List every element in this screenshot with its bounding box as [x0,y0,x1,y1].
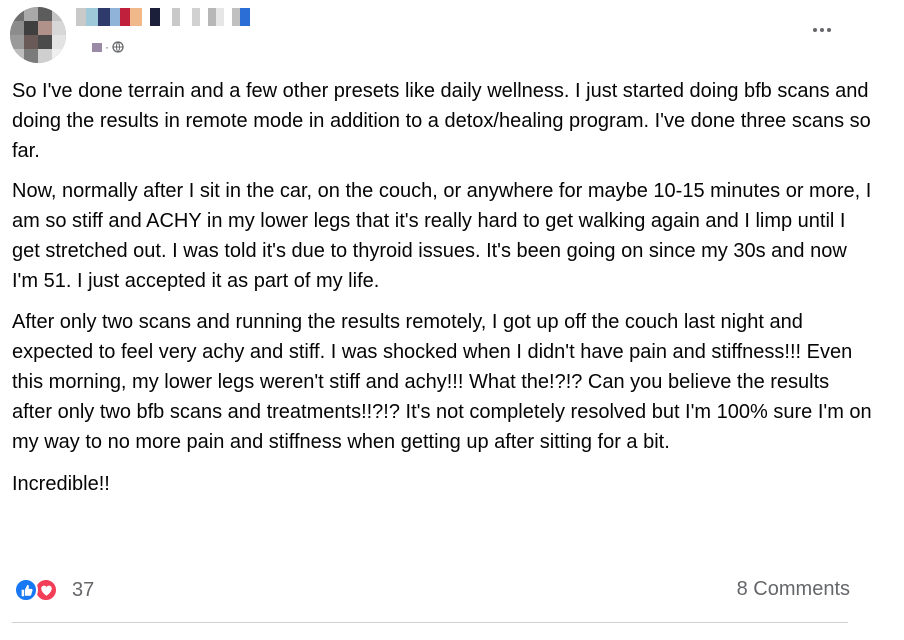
comments-link[interactable]: 8 Comments [737,578,850,601]
reactions-summary[interactable]: 37 [14,578,94,602]
author-name[interactable] [76,8,250,26]
post-meta: · [92,40,124,54]
thumbs-up-icon [14,578,38,602]
post-paragraph: Incredible!! [12,473,110,495]
reaction-count[interactable]: 37 [72,579,94,602]
globe-icon [112,41,124,53]
post-paragraph: So I've done terrain and a few other pre… [12,80,871,162]
post-header: · [0,0,904,72]
post-paragraph: Now, normally after I sit in the car, on… [12,180,872,292]
timestamp-redacted[interactable] [92,42,102,52]
meta-separator: · [105,40,109,54]
divider [12,622,848,623]
post-text: So I've done terrain and a few other pre… [12,76,872,509]
more-options-icon[interactable] [806,18,838,42]
avatar[interactable] [10,7,66,63]
post-paragraph: After only two scans and running the res… [12,311,872,453]
